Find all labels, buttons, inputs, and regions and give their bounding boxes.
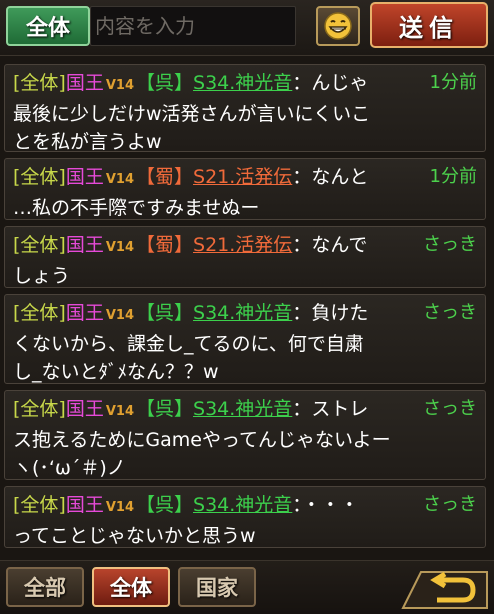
separator: ： [292, 166, 312, 188]
message-text: くないから、課金し_てるのに、何で自粛 [13, 333, 364, 355]
message-text: とを私が言うよw [13, 131, 162, 153]
vip-badge: V14 [105, 240, 134, 255]
message-text: 最後に少しだけw活発さんが言いにくいこ [13, 103, 371, 125]
message-item: [全体]国王 V14 【呉】S34.神光音：ストレ ス抱えるためにGameやってんじ… [4, 390, 486, 480]
separator: ： [292, 494, 302, 516]
separator: ： [292, 302, 312, 324]
message-time: 1分前 [429, 72, 477, 93]
back-button[interactable] [400, 565, 490, 611]
scope-tag: [全体] [13, 234, 66, 256]
message-item: [全体]国王 V14 【呉】S34.神光音：んじゃ 最後に少しだけw活発さんが言いに… [4, 64, 486, 153]
kingdom-tag: 【蜀】 [136, 234, 194, 256]
message-item: [全体]国王 V14 【呉】S34.神光音：負けた くないから、課金し_てるのに、何… [4, 294, 486, 384]
message-text: し_ないとﾀﾞﾒなん？？w [13, 361, 219, 383]
sender-name[interactable]: S21.活発伝 [193, 166, 292, 188]
message-text: 負けた [311, 302, 369, 324]
kingdom-tag: 【呉】 [136, 398, 194, 420]
kingdom-tag: 【呉】 [136, 72, 194, 94]
title-tag: 国王 [65, 72, 104, 94]
sender-name[interactable]: S21.活発伝 [193, 234, 292, 256]
message-time: さっき [423, 302, 477, 323]
message-text: なんと [311, 166, 369, 188]
message-time: さっき [423, 398, 477, 419]
title-tag: 国王 [65, 166, 104, 188]
message-item: [全体]国王 V14 【蜀】S21.活発伝：なんで しょう さっき [4, 226, 486, 288]
chat-input[interactable] [90, 6, 296, 46]
sender-name[interactable]: S34.神光音 [193, 72, 292, 94]
vip-badge: V14 [105, 78, 134, 93]
scope-button[interactable]: 全体 [6, 6, 90, 46]
emoji-button[interactable] [316, 6, 360, 46]
vip-badge: V14 [105, 500, 134, 515]
message-text: …私の不手際ですみませぬー [13, 197, 260, 219]
sender-name[interactable]: S34.神光音 [193, 302, 292, 324]
message-item: [全体]国王 V14 【蜀】S21.活発伝：なんと …私の不手際ですみませぬー 1分… [4, 158, 486, 220]
message-text: んじゃ [311, 72, 369, 94]
scope-tag: [全体] [13, 72, 66, 94]
message-time: さっき [423, 234, 477, 255]
send-button[interactable]: 送信 [370, 2, 488, 48]
message-time: 1分前 [429, 166, 477, 187]
sender-name[interactable]: S34.神光音 [193, 494, 292, 516]
kingdom-tag: 【蜀】 [136, 166, 194, 188]
chat-header: 全体 送信 [0, 0, 494, 56]
title-tag: 国王 [65, 302, 104, 324]
scope-tag: [全体] [13, 494, 66, 516]
message-text: ス抱えるためにGameやってんじゃないよー [13, 429, 391, 451]
tab-world[interactable]: 全体 [92, 567, 170, 607]
title-tag: 国王 [65, 398, 104, 420]
title-tag: 国王 [65, 234, 104, 256]
message-item: [全体]国王 V14 【呉】S34.神光音：・・・ ってことじゃないかと思うw さっ… [4, 486, 486, 548]
message-text: ヽ(･‘ω´＃)ノ [13, 457, 126, 479]
kingdom-tag: 【呉】 [136, 494, 194, 516]
separator: ： [292, 234, 312, 256]
channel-tab-bar: 全部 全体 国家 [0, 560, 494, 614]
message-text: なんで [311, 234, 368, 256]
title-tag: 国王 [65, 494, 104, 516]
message-time: さっき [423, 494, 477, 515]
message-text: しょう [13, 265, 71, 287]
message-text: ストレ [311, 398, 369, 420]
return-arrow-icon [401, 571, 488, 609]
scope-tag: [全体] [13, 302, 66, 324]
smiley-face-icon [324, 12, 352, 40]
vip-badge: V14 [105, 308, 134, 323]
vip-badge: V14 [105, 172, 134, 187]
message-list[interactable]: [全体]国王 V14 【呉】S34.神光音：んじゃ 最後に少しだけw活発さんが言いに… [0, 60, 494, 560]
sender-name[interactable]: S34.神光音 [193, 398, 292, 420]
separator: ： [292, 398, 312, 420]
scope-tag: [全体] [13, 398, 66, 420]
kingdom-tag: 【呉】 [136, 302, 194, 324]
tab-all[interactable]: 全部 [6, 567, 84, 607]
tab-kingdom[interactable]: 国家 [178, 567, 256, 607]
message-text: ・・・ [301, 494, 359, 516]
vip-badge: V14 [105, 404, 134, 419]
separator: ： [292, 72, 312, 94]
scope-tag: [全体] [13, 166, 66, 188]
message-text: ってことじゃないかと思うw [13, 525, 256, 547]
